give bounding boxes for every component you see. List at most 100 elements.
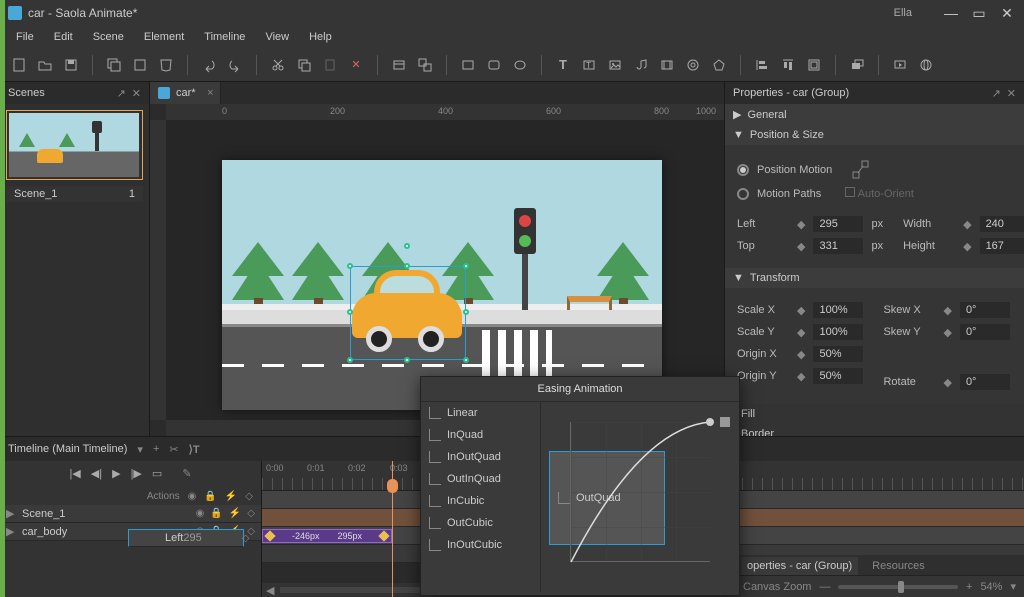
play-next-button[interactable]: |▶ [131, 467, 142, 480]
easing-option-outcubic[interactable]: OutCubic [421, 512, 540, 534]
symbol-button[interactable] [682, 54, 704, 76]
rotate-input[interactable] [960, 374, 1010, 390]
tl-cut-icon[interactable]: ✂ [169, 443, 178, 456]
track-left[interactable]: Left295◇ [128, 529, 244, 547]
align-left-button[interactable] [751, 54, 773, 76]
originx-input[interactable] [813, 346, 863, 362]
width-input[interactable] [980, 216, 1024, 232]
scaley-input[interactable] [813, 324, 863, 340]
footer-tab-resources[interactable]: Resources [866, 557, 931, 575]
easing-option-outinquad[interactable]: OutInQuad [421, 468, 540, 490]
group-button[interactable] [414, 54, 436, 76]
play-start-button[interactable]: |◀ [69, 467, 80, 480]
height-input[interactable] [980, 238, 1024, 254]
stage[interactable] [222, 160, 662, 410]
expand-icon[interactable]: ↗ [992, 87, 1001, 100]
menu-view[interactable]: View [257, 29, 297, 45]
easing-option-inoutcubic[interactable]: InOutCubic [421, 534, 540, 556]
scene-thumb[interactable] [6, 110, 143, 180]
save-button[interactable] [60, 54, 82, 76]
easing-option-linear[interactable]: Linear [421, 402, 540, 424]
left-input[interactable] [813, 216, 863, 232]
border-section[interactable]: Border [725, 424, 1024, 436]
image-button[interactable] [604, 54, 626, 76]
arrange-button[interactable] [846, 54, 868, 76]
div-tool-button[interactable] [388, 54, 410, 76]
easing-end-handle[interactable] [720, 417, 730, 427]
play-prev-button[interactable]: ◀| [91, 467, 102, 480]
play-button[interactable]: ▶ [112, 467, 120, 480]
zoom-out-button[interactable]: — [819, 581, 830, 593]
align-top-button[interactable] [777, 54, 799, 76]
lock-icon[interactable]: 🔒 [204, 491, 216, 502]
undo-button[interactable] [198, 54, 220, 76]
add-key-icon[interactable]: ◇ [245, 491, 253, 502]
textbox-button[interactable]: T [578, 54, 600, 76]
delete-button[interactable]: ✕ [345, 54, 367, 76]
close-button[interactable]: ✕ [998, 4, 1016, 22]
menu-element[interactable]: Element [136, 29, 192, 45]
possize-section[interactable]: ▼ Position & Size [725, 125, 1024, 145]
open-button[interactable] [34, 54, 56, 76]
scene-label[interactable]: Scene_1 1 [6, 186, 143, 202]
action-icon[interactable]: ⚡ [225, 491, 237, 502]
audio-button[interactable] [630, 54, 652, 76]
motion-paths-radio[interactable] [737, 188, 749, 200]
play-loop-button[interactable]: ▭ [152, 467, 162, 480]
menu-timeline[interactable]: Timeline [196, 29, 253, 45]
track-scene[interactable]: ▶Scene_1◉🔒⚡◇ [0, 505, 261, 523]
playhead[interactable] [392, 461, 393, 597]
text-button[interactable]: T [552, 54, 574, 76]
saveall-button[interactable] [103, 54, 125, 76]
menu-edit[interactable]: Edit [46, 29, 81, 45]
general-section[interactable]: ▶ General [725, 104, 1024, 125]
rect-button[interactable] [457, 54, 479, 76]
stage-wrapper[interactable] [166, 120, 724, 420]
originy-input[interactable] [813, 368, 863, 384]
top-input[interactable] [813, 238, 863, 254]
menu-file[interactable]: File [8, 29, 42, 45]
fill-section[interactable]: Fill [725, 404, 1024, 424]
position-motion-radio[interactable] [737, 164, 749, 176]
paste-button[interactable] [319, 54, 341, 76]
tween-bar[interactable]: -246px 295px [262, 529, 392, 543]
transform-section[interactable]: ▼ Transform [725, 268, 1024, 288]
close-panel-icon[interactable]: ✕ [1007, 87, 1016, 100]
skewy-input[interactable] [960, 324, 1010, 340]
maximize-button[interactable]: ▭ [970, 4, 988, 22]
html5-button[interactable] [155, 54, 177, 76]
easing-option-inquad[interactable]: InQuad [421, 424, 540, 446]
cut-button[interactable] [267, 54, 289, 76]
menu-scene[interactable]: Scene [85, 29, 132, 45]
tl-add-icon[interactable]: + [153, 443, 159, 455]
zoom-in-button[interactable]: + [966, 581, 972, 593]
easing-option-incubic[interactable]: InCubic [421, 490, 540, 512]
easing-option-inoutquad[interactable]: InOutQuad [421, 446, 540, 468]
easing-list[interactable]: LinearInQuadOutQuadInOutQuadOutInQuadInC… [421, 402, 541, 592]
expand-icon[interactable]: ↗ [117, 87, 126, 100]
copy-button[interactable] [293, 54, 315, 76]
scalex-input[interactable] [813, 302, 863, 318]
menu-help[interactable]: Help [301, 29, 340, 45]
close-panel-icon[interactable]: ✕ [132, 87, 141, 100]
footer-tab-properties[interactable]: operties - car (Group) [741, 557, 858, 575]
keyframe-start[interactable] [264, 530, 275, 541]
redo-button[interactable] [224, 54, 246, 76]
video-button[interactable] [656, 54, 678, 76]
zoom-slider[interactable] [838, 585, 958, 589]
selection-box[interactable] [350, 266, 466, 360]
export-button[interactable] [129, 54, 151, 76]
shape-button[interactable] [708, 54, 730, 76]
tl-dropdown-icon[interactable]: ▾ [137, 443, 143, 456]
canvas-tab[interactable]: car* × [150, 82, 221, 104]
new-button[interactable] [8, 54, 30, 76]
preview-browser-button[interactable] [915, 54, 937, 76]
ellipse-button[interactable] [509, 54, 531, 76]
preview-button[interactable] [889, 54, 911, 76]
keyframe-end[interactable] [378, 530, 389, 541]
minimize-button[interactable]: — [942, 4, 960, 22]
size-button[interactable] [803, 54, 825, 76]
pencil-icon[interactable]: ✎ [182, 467, 191, 480]
skewx-input[interactable] [960, 302, 1010, 318]
roundrect-button[interactable] [483, 54, 505, 76]
